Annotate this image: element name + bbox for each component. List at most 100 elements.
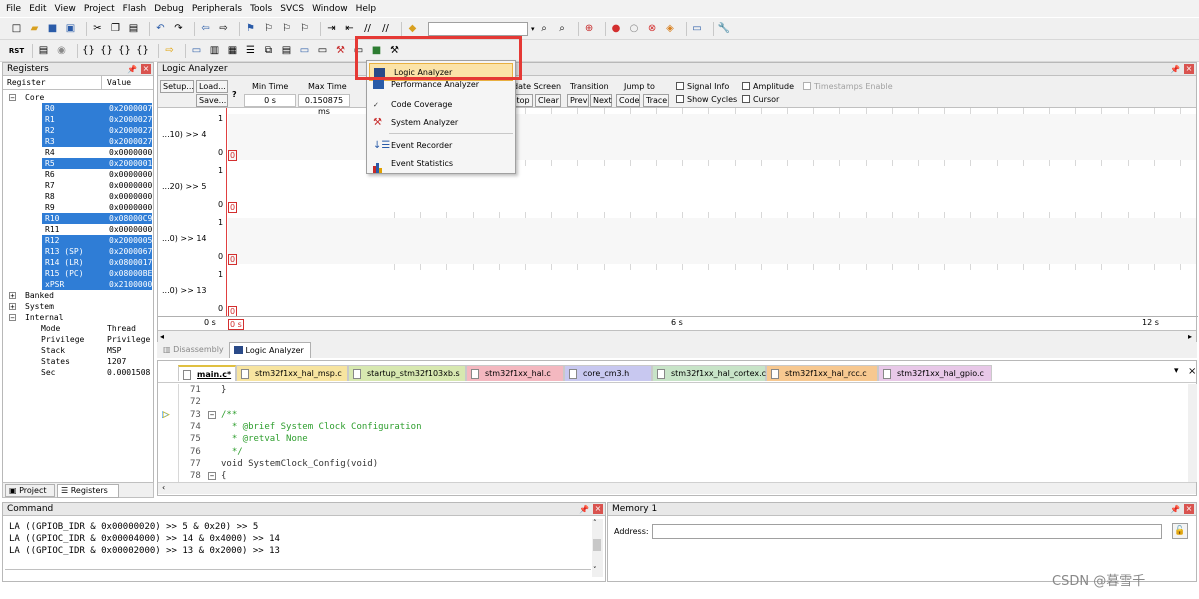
- register-value[interactable]: 0x2100000: [109, 279, 152, 290]
- signal-label[interactable]: ...20) >> 5: [162, 182, 207, 191]
- breakpoint-icon[interactable]: ●: [610, 22, 623, 35]
- find-combo[interactable]: [428, 21, 528, 36]
- window-layout-icon[interactable]: ▭: [691, 22, 704, 35]
- file-tab[interactable]: stm32f1xx_hal_gpio.c: [878, 365, 992, 381]
- col-register[interactable]: Register: [7, 76, 46, 90]
- step-out-icon[interactable]: {}: [118, 44, 131, 57]
- expand-icon[interactable]: +: [9, 292, 16, 300]
- disassembly-window-icon[interactable]: ▥: [208, 44, 221, 57]
- register-row[interactable]: R14 (LR) 0x0800017: [3, 257, 155, 268]
- menu-flash[interactable]: Flash: [123, 4, 147, 14]
- call-stack-window-icon[interactable]: ⧉: [262, 44, 275, 57]
- menu-window[interactable]: Window: [312, 4, 348, 14]
- tab-project[interactable]: ▣ Project: [5, 484, 55, 497]
- open-folder-icon[interactable]: ▰: [28, 22, 41, 35]
- symbols-window-icon[interactable]: ▦: [226, 44, 239, 57]
- register-group-banked[interactable]: + Banked: [3, 290, 155, 301]
- menu-item-event-recorder[interactable]: ↓☰ Event Recorder: [373, 137, 513, 155]
- timestamps-checkbox[interactable]: Timestamps Enable: [803, 82, 893, 91]
- show-cycles-checkbox[interactable]: Show Cycles: [676, 95, 737, 104]
- close-icon[interactable]: ×: [1188, 366, 1196, 377]
- register-row[interactable]: R7 0x0000000: [3, 180, 155, 191]
- signal-label[interactable]: ...0) >> 14: [162, 234, 207, 243]
- uncomment-icon[interactable]: //: [379, 22, 392, 35]
- menu-item-code-coverage[interactable]: ✓ Code Coverage: [373, 96, 513, 114]
- save-all-icon[interactable]: ▣: [64, 22, 77, 35]
- collapse-icon[interactable]: −: [9, 314, 16, 322]
- editor-vscroll[interactable]: [1188, 384, 1197, 482]
- register-value[interactable]: 0x2000027: [109, 125, 152, 136]
- cursor-checkbox[interactable]: Cursor: [742, 95, 779, 104]
- register-value[interactable]: 0x2000027: [109, 136, 152, 147]
- la-scrollbar[interactable]: ◂ ▸: [158, 330, 1196, 342]
- analysis-window-icon[interactable]: ⚒: [334, 44, 347, 57]
- save-button[interactable]: Save...: [196, 94, 228, 107]
- pin-icon[interactable]: 📌: [1170, 63, 1180, 76]
- register-group-internal[interactable]: − Internal: [3, 312, 155, 323]
- pin-icon[interactable]: 📌: [1170, 503, 1180, 516]
- register-row[interactable]: R3 0x2000027: [3, 136, 155, 147]
- registers-window-icon[interactable]: ☰: [244, 44, 257, 57]
- setup-button[interactable]: Setup...: [160, 80, 194, 93]
- incremental-find-icon[interactable]: ⌕: [556, 22, 569, 35]
- register-value[interactable]: 0x0800017: [109, 257, 152, 268]
- nav-back-icon[interactable]: ⇦: [199, 22, 212, 35]
- cut-icon[interactable]: ✂: [91, 22, 104, 35]
- fold-icon[interactable]: −: [208, 410, 216, 419]
- reset-icon[interactable]: RST: [9, 44, 24, 57]
- tab-logic-analyzer[interactable]: Logic Analyzer: [229, 342, 311, 358]
- breakpoint-all-icon[interactable]: ◈: [664, 22, 677, 35]
- tab-disassembly[interactable]: ▥ Disassembly: [159, 343, 229, 357]
- register-value[interactable]: 0x2000027: [109, 114, 152, 125]
- menu-edit[interactable]: Edit: [29, 4, 46, 14]
- scroll-down-icon[interactable]: ˅: [593, 566, 597, 574]
- register-value[interactable]: 0x0000000: [109, 147, 152, 158]
- stop-button[interactable]: top: [513, 94, 533, 107]
- menu-peripherals[interactable]: Peripherals: [192, 4, 242, 14]
- register-row[interactable]: R11 0x0000000: [3, 224, 155, 235]
- scroll-up-icon[interactable]: ˄: [593, 519, 597, 527]
- close-icon[interactable]: ×: [1184, 504, 1194, 514]
- waveform-area[interactable]: ...10) >> 4 1 0 0 ...20) >> 5 1 0 0 ...0) >> 14 1…: [158, 108, 1198, 330]
- stop-icon[interactable]: ◉: [55, 44, 68, 57]
- editor-hscroll[interactable]: ‹: [158, 482, 1196, 494]
- file-tab[interactable]: stm32f1xx_hal_msp.c: [236, 365, 348, 381]
- menu-item-system-analyzer[interactable]: ⚒ System Analyzer: [373, 114, 513, 132]
- file-tab[interactable]: main.c*: [178, 365, 236, 381]
- register-row[interactable]: R6 0x0000000: [3, 169, 155, 180]
- file-tab[interactable]: startup_stm32f103xb.s: [348, 365, 466, 381]
- redo-icon[interactable]: ↷: [172, 22, 185, 35]
- menu-item-performance-analyzer[interactable]: Performance Analyzer: [373, 80, 513, 89]
- pin-icon[interactable]: 📌: [127, 63, 137, 76]
- menu-file[interactable]: File: [6, 4, 21, 14]
- paste-icon[interactable]: ▤: [127, 22, 140, 35]
- command-window-icon[interactable]: ▭: [190, 44, 203, 57]
- register-value[interactable]: 0x0000000: [109, 191, 152, 202]
- find-icon[interactable]: ⌕: [538, 22, 551, 35]
- close-icon[interactable]: ×: [1184, 64, 1194, 74]
- lock-icon[interactable]: 🔓: [1172, 523, 1188, 539]
- menu-view[interactable]: View: [55, 4, 76, 14]
- next-button[interactable]: Next: [590, 94, 612, 107]
- trace-button[interactable]: Trace: [643, 94, 669, 107]
- register-row[interactable]: R12 0x2000005: [3, 235, 155, 246]
- memory-window-icon[interactable]: ▭: [298, 44, 311, 57]
- register-row[interactable]: R5 0x2000001: [3, 158, 155, 169]
- chevron-down-icon[interactable]: ▾: [531, 25, 535, 33]
- scroll-left-icon[interactable]: ◂: [160, 332, 164, 341]
- clear-button[interactable]: Clear: [535, 94, 561, 107]
- close-icon[interactable]: ×: [593, 504, 603, 514]
- menu-item-event-statistics[interactable]: Event Statistics: [373, 155, 513, 173]
- register-group-system[interactable]: + System: [3, 301, 155, 312]
- debug-start-icon[interactable]: ⊕: [583, 22, 596, 35]
- configure-icon[interactable]: 🔧: [718, 22, 731, 35]
- save-icon[interactable]: ■: [46, 22, 59, 35]
- signal-label[interactable]: ...10) >> 4: [162, 130, 207, 139]
- scroll-right-icon[interactable]: ▸: [1188, 332, 1192, 341]
- register-value[interactable]: 0x2000007: [109, 103, 152, 114]
- nav-forward-icon[interactable]: ⇨: [217, 22, 230, 35]
- fold-icon[interactable]: −: [208, 472, 216, 481]
- menu-help[interactable]: Help: [356, 4, 377, 14]
- breakpoint-disable-icon[interactable]: ○: [628, 22, 641, 35]
- find-in-files-icon[interactable]: ◆: [406, 22, 419, 35]
